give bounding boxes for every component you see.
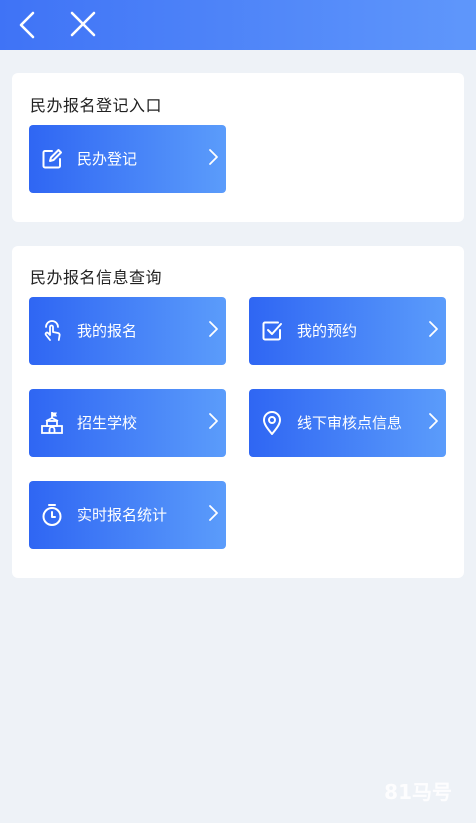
- close-icon: [70, 11, 96, 37]
- school-icon: [41, 412, 63, 434]
- edit-icon: [42, 149, 62, 169]
- close-button[interactable]: [66, 9, 100, 43]
- tile-label: 实时报名统计: [77, 506, 168, 524]
- tile-private-registration[interactable]: 民办登记: [29, 125, 226, 193]
- back-button[interactable]: [12, 9, 46, 43]
- chevron-right-icon: [429, 321, 438, 337]
- tile-offline-review-points[interactable]: 线下审核点信息: [249, 389, 446, 457]
- chevron-right-icon: [429, 413, 438, 429]
- location-pin-icon: [263, 411, 281, 435]
- tap-hand-icon: [44, 320, 61, 341]
- tile-my-registration[interactable]: 我的报名: [29, 297, 226, 365]
- query-section-card: 民办报名信息查询 我的报名 我的预约 招生学校 线下审核点信息 实时报名统计: [12, 246, 464, 578]
- chevron-right-icon: [209, 321, 218, 337]
- register-section-title: 民办报名登记入口: [30, 96, 163, 115]
- tile-my-appointment[interactable]: 我的预约: [249, 297, 446, 365]
- register-section-card: 民办报名登记入口 民办登记: [12, 73, 464, 222]
- query-section-title: 民办报名信息查询: [30, 268, 163, 287]
- tile-label: 我的预约: [297, 322, 358, 340]
- tile-realtime-statistics[interactable]: 实时报名统计: [29, 481, 226, 549]
- checkbox-icon: [262, 321, 282, 341]
- chevron-right-icon: [209, 413, 218, 429]
- chevron-right-icon: [209, 149, 218, 165]
- tile-enrolling-schools[interactable]: 招生学校: [29, 389, 226, 457]
- watermark: 81马号: [384, 780, 452, 804]
- tile-label: 民办登记: [77, 150, 138, 168]
- stopwatch-icon: [42, 504, 62, 526]
- tile-label: 我的报名: [77, 322, 138, 340]
- chevron-left-icon: [19, 11, 35, 39]
- tile-label: 招生学校: [77, 414, 138, 432]
- tile-label: 线下审核点信息: [297, 414, 403, 432]
- top-bar: [0, 0, 476, 50]
- chevron-right-icon: [209, 505, 218, 521]
